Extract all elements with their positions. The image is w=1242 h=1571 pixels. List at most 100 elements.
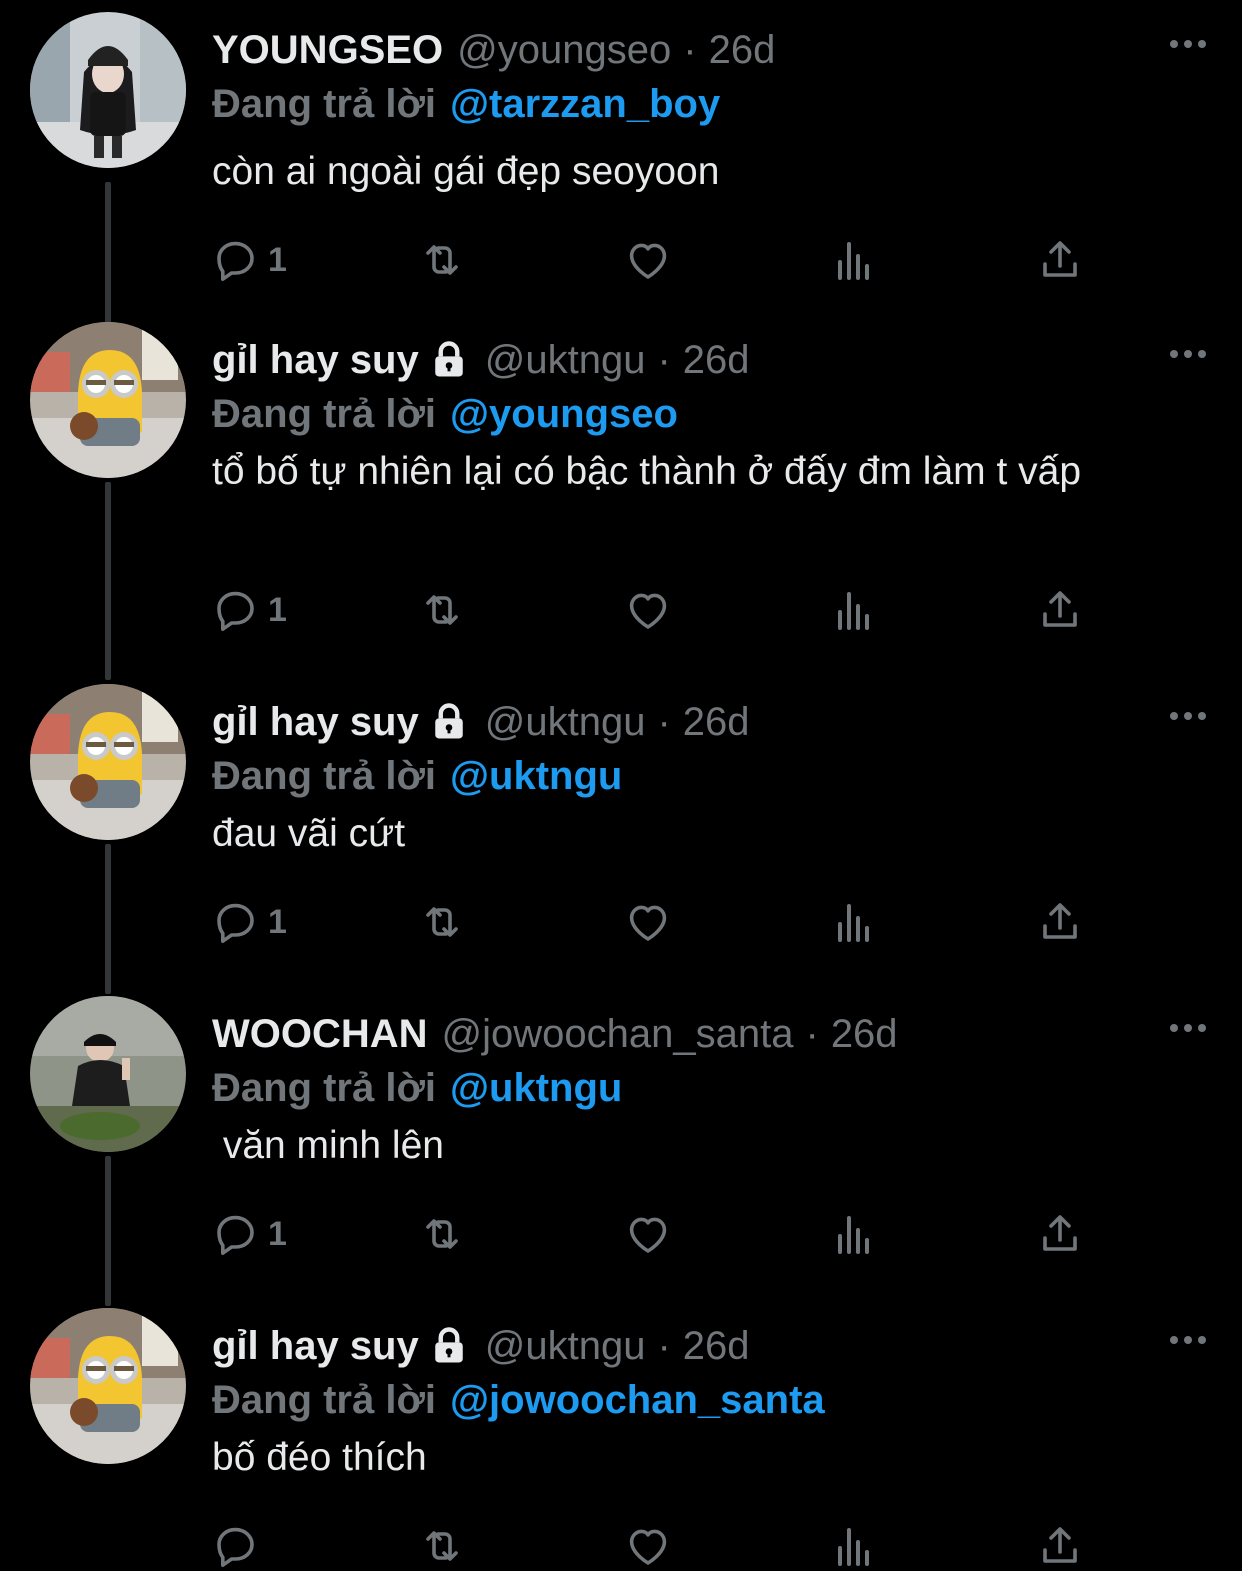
tweet-text: tổ bố tự nhiên lại có bậc thành ở đấy đm…	[212, 450, 1082, 493]
like-button[interactable]	[624, 1520, 672, 1571]
tweet[interactable]: YOUNGSEO @youngseo · 26d Đang trả lời @ta…	[0, 12, 1242, 332]
replying-to-handle[interactable]: @youngseo	[450, 392, 678, 436]
more-icon[interactable]	[1168, 710, 1208, 722]
like-icon	[624, 1522, 672, 1570]
tweet[interactable]: WOOCHAN @jowoochan_santa · 26d Đang trả …	[0, 996, 1242, 1306]
tweet[interactable]: gỉl hay suy @uktngu · 26d Đang trả lời @u…	[0, 684, 1242, 994]
retweet-button[interactable]	[418, 896, 466, 948]
separator-dot: ·	[657, 700, 671, 744]
replying-to: Đang trả lời @uktngu	[212, 752, 622, 800]
like-button[interactable]	[624, 896, 672, 948]
user-handle[interactable]: @uktngu	[485, 698, 646, 746]
reply-icon	[212, 236, 260, 284]
tweet-text: còn ai ngoài gái đẹp seoyoon	[212, 150, 720, 193]
more-icon[interactable]	[1168, 38, 1208, 50]
avatar[interactable]	[30, 12, 186, 168]
like-button[interactable]	[624, 584, 672, 636]
timestamp[interactable]: 26d	[709, 26, 776, 74]
retweet-icon	[418, 586, 466, 634]
views-button[interactable]	[830, 1208, 878, 1260]
replying-to-label: Đang trả lời	[212, 754, 437, 798]
like-button[interactable]	[624, 1208, 672, 1260]
display-name[interactable]: gỉl hay suy	[212, 1322, 419, 1370]
avatar-image	[30, 322, 186, 478]
reply-button[interactable]: 1	[212, 584, 287, 636]
like-button[interactable]	[624, 234, 672, 286]
display-name[interactable]: YOUNGSEO	[212, 26, 443, 74]
replying-to-handle[interactable]: @uktngu	[450, 1066, 622, 1110]
avatar-image	[30, 684, 186, 840]
replying-to: Đang trả lời @tarzzan_boy	[212, 80, 720, 128]
replying-to-handle[interactable]: @uktngu	[450, 754, 622, 798]
lock-icon	[427, 1324, 471, 1368]
separator-dot: ·	[683, 28, 697, 72]
views-button[interactable]	[830, 896, 878, 948]
timestamp[interactable]: 26d	[683, 1322, 750, 1370]
user-handle[interactable]: @uktngu	[485, 1322, 646, 1370]
avatar[interactable]	[30, 684, 186, 840]
share-icon	[1036, 586, 1084, 634]
tweet-text: đau vãi cứt	[212, 812, 406, 855]
reply-button[interactable]: 1	[212, 896, 287, 948]
avatar[interactable]	[30, 996, 186, 1152]
tweet[interactable]: gỉl hay suy @uktngu · 26d Đang trả lời @j…	[0, 1308, 1242, 1571]
retweet-button[interactable]	[418, 1208, 466, 1260]
retweet-icon	[418, 1522, 466, 1570]
share-button[interactable]	[1036, 896, 1084, 948]
reply-count: 1	[268, 902, 287, 941]
timestamp[interactable]: 26d	[831, 1010, 898, 1058]
replying-to-label: Đang trả lời	[212, 1066, 437, 1110]
reply-button[interactable]: 1	[212, 1208, 287, 1260]
replying-to-handle[interactable]: @jowoochan_santa	[450, 1378, 825, 1422]
share-icon	[1036, 1210, 1084, 1258]
separator-dot: ·	[657, 338, 671, 382]
user-handle[interactable]: @uktngu	[485, 336, 646, 384]
reply-count: 1	[268, 590, 287, 629]
lock-icon	[427, 700, 471, 744]
views-button[interactable]	[830, 1520, 878, 1571]
tweet[interactable]: gỉl hay suy @uktngu · 26d Đang trả lời @y…	[0, 322, 1242, 680]
timestamp[interactable]: 26d	[683, 698, 750, 746]
more-icon[interactable]	[1168, 1334, 1208, 1346]
retweet-icon	[418, 236, 466, 284]
like-icon	[624, 586, 672, 634]
share-icon	[1036, 236, 1084, 284]
more-icon[interactable]	[1168, 348, 1208, 360]
tweet-actions: 1	[212, 896, 1092, 948]
reply-button[interactable]	[212, 1520, 268, 1571]
views-button[interactable]	[830, 584, 878, 636]
views-button[interactable]	[830, 234, 878, 286]
tweet-header: gỉl hay suy @uktngu · 26d	[212, 1322, 750, 1370]
more-icon[interactable]	[1168, 1022, 1208, 1034]
retweet-button[interactable]	[418, 584, 466, 636]
timestamp[interactable]: 26d	[683, 336, 750, 384]
replying-to: Đang trả lời @youngseo	[212, 390, 678, 438]
reply-icon	[212, 586, 260, 634]
retweet-button[interactable]	[418, 234, 466, 286]
reply-thread: YOUNGSEO @youngseo · 26d Đang trả lời @ta…	[0, 0, 1242, 1571]
reply-button[interactable]: 1	[212, 234, 287, 286]
replying-to: Đang trả lời @jowoochan_santa	[212, 1376, 825, 1424]
user-handle[interactable]: @jowoochan_santa	[442, 1010, 794, 1058]
avatar[interactable]	[30, 1308, 186, 1464]
reply-icon	[212, 1522, 260, 1570]
display-name[interactable]: gỉl hay suy	[212, 336, 419, 384]
display-name[interactable]: gỉl hay suy	[212, 698, 419, 746]
tweet-actions: 1	[212, 234, 1092, 286]
avatar[interactable]	[30, 322, 186, 478]
replying-to: Đang trả lời @uktngu	[212, 1064, 622, 1112]
share-button[interactable]	[1036, 584, 1084, 636]
replying-to-label: Đang trả lời	[212, 1378, 437, 1422]
retweet-button[interactable]	[418, 1520, 466, 1571]
share-button[interactable]	[1036, 1208, 1084, 1260]
like-icon	[624, 236, 672, 284]
user-handle[interactable]: @youngseo	[457, 26, 671, 74]
display-name[interactable]: WOOCHAN	[212, 1010, 428, 1058]
share-button[interactable]	[1036, 234, 1084, 286]
tweet-actions	[212, 1520, 1092, 1571]
retweet-icon	[418, 898, 466, 946]
reply-count: 1	[268, 1214, 287, 1253]
retweet-icon	[418, 1210, 466, 1258]
share-button[interactable]	[1036, 1520, 1084, 1571]
replying-to-handle[interactable]: @tarzzan_boy	[450, 82, 720, 126]
